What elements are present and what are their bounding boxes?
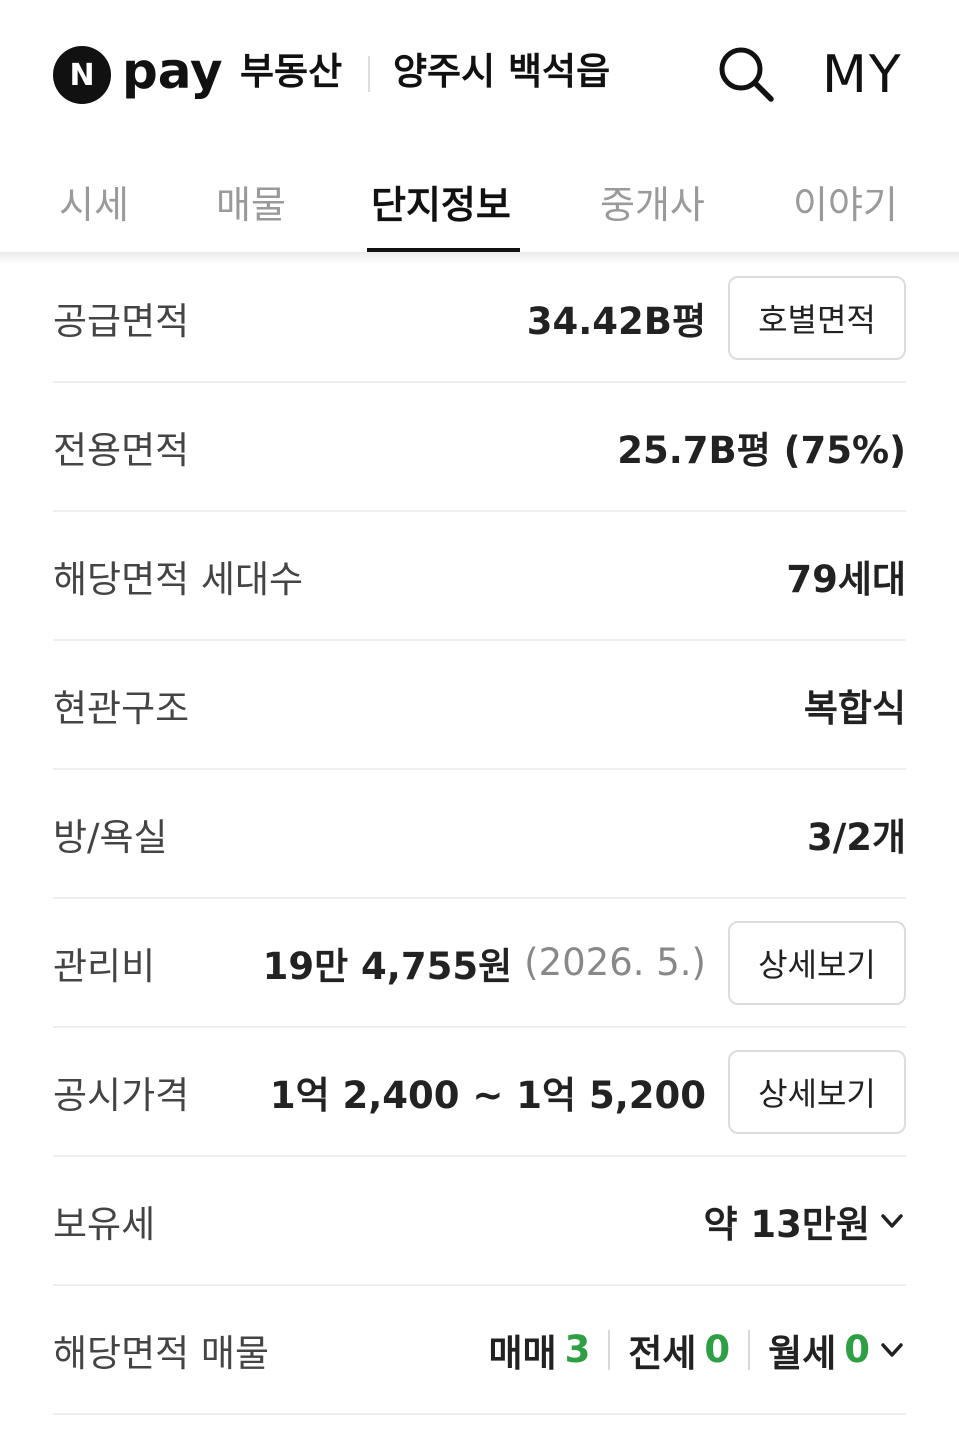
unit-area-button[interactable]: 호별면적 <box>728 275 906 360</box>
maintenance-fee-value: 19만 4,755원 <box>262 944 513 988</box>
row-official-price: 공시가격 1억 2,400 ~ 1억 5,200 상세보기 <box>53 1028 906 1157</box>
row-exclusive-area: 전용면적 25.7B평 (75%) <box>53 383 906 512</box>
row-entrance-structure: 현관구조 복합식 <box>53 641 906 770</box>
listing-divider <box>748 1329 751 1370</box>
row-holding-tax[interactable]: 보유세 약 13만원 <box>53 1157 906 1286</box>
monthly-number: 0 <box>844 1328 870 1371</box>
row-value-group[interactable]: 매매 3 전세 0 월세 0 <box>488 1323 906 1377</box>
official-price-detail-button[interactable]: 상세보기 <box>728 1049 906 1134</box>
jeonse-number: 0 <box>704 1328 731 1371</box>
tab-price[interactable]: 시세 <box>59 180 129 230</box>
complex-info-list: 공급면적 34.42B평 호별면적 전용면적 25.7B평 (75%) 해당면적… <box>53 254 906 1415</box>
tab-stories[interactable]: 이야기 <box>793 180 898 230</box>
service-title[interactable]: 부동산 <box>240 46 342 98</box>
chevron-down-icon[interactable] <box>878 1207 906 1235</box>
tab-listings[interactable]: 매물 <box>216 180 286 230</box>
row-value-group: 19만 4,755원 (2026. 5.) <box>263 936 706 990</box>
naver-n-logo[interactable]: N <box>53 46 111 104</box>
row-value: 복합식 <box>803 686 906 730</box>
jeonse-label: 전세 <box>628 1331 697 1375</box>
row-label: 해당면적 세대수 <box>53 557 304 601</box>
pay-logo[interactable]: pay <box>122 36 223 106</box>
row-supply-area: 공급면적 34.42B평 호별면적 <box>53 254 906 383</box>
row-households: 해당면적 세대수 79세대 <box>53 512 906 641</box>
my-button[interactable]: MY <box>822 40 903 110</box>
chevron-down-icon[interactable] <box>878 1336 906 1364</box>
row-label: 방/욕실 <box>53 815 168 859</box>
row-value: 1억 2,400 ~ 1억 5,200 <box>269 1073 706 1117</box>
search-icon <box>719 47 774 102</box>
listing-divider <box>608 1329 611 1370</box>
row-maintenance-fee: 관리비 19만 4,755원 (2026. 5.) 상세보기 <box>53 899 906 1028</box>
row-value: 3/2개 <box>806 815 906 859</box>
header-divider <box>368 56 370 92</box>
row-value: 34.42B평 <box>526 299 706 343</box>
holding-tax-value: 약 13만원 <box>703 1202 871 1246</box>
location-title[interactable]: 양주시 백석읍 <box>393 46 610 98</box>
row-rooms: 방/욕실 3/2개 <box>53 770 906 899</box>
row-label: 공급면적 <box>53 299 190 343</box>
row-value: 79세대 <box>786 557 906 601</box>
jeonse-count: 전세 0 <box>628 1323 730 1377</box>
sale-count: 매매 3 <box>488 1323 590 1377</box>
tab-agents[interactable]: 중개사 <box>600 180 705 230</box>
maintenance-fee-date: (2026. 5.) <box>524 941 706 984</box>
monthly-count: 월세 0 <box>768 1323 870 1377</box>
row-label: 현관구조 <box>53 686 190 730</box>
sale-label: 매매 <box>488 1331 557 1375</box>
row-label: 해당면적 매물 <box>53 1331 270 1375</box>
row-value-group[interactable]: 약 13만원 <box>704 1194 907 1248</box>
row-label: 전용면적 <box>53 428 190 472</box>
app-header: N pay 부동산 양주시 백석읍 MY <box>0 0 959 150</box>
row-label: 보유세 <box>53 1202 156 1246</box>
row-label: 관리비 <box>53 944 156 988</box>
search-button[interactable] <box>716 44 776 104</box>
sale-number: 3 <box>564 1328 591 1371</box>
maintenance-detail-button[interactable]: 상세보기 <box>728 920 906 1005</box>
tab-complex-info[interactable]: 단지정보 <box>371 180 511 230</box>
row-value: 25.7B평 (75%) <box>617 428 906 472</box>
row-area-listings[interactable]: 해당면적 매물 매매 3 전세 0 월세 0 <box>53 1286 906 1415</box>
monthly-label: 월세 <box>768 1331 837 1375</box>
row-label: 공시가격 <box>53 1073 190 1117</box>
tab-bar: 시세 매물 단지정보 중개사 이야기 <box>0 150 959 254</box>
